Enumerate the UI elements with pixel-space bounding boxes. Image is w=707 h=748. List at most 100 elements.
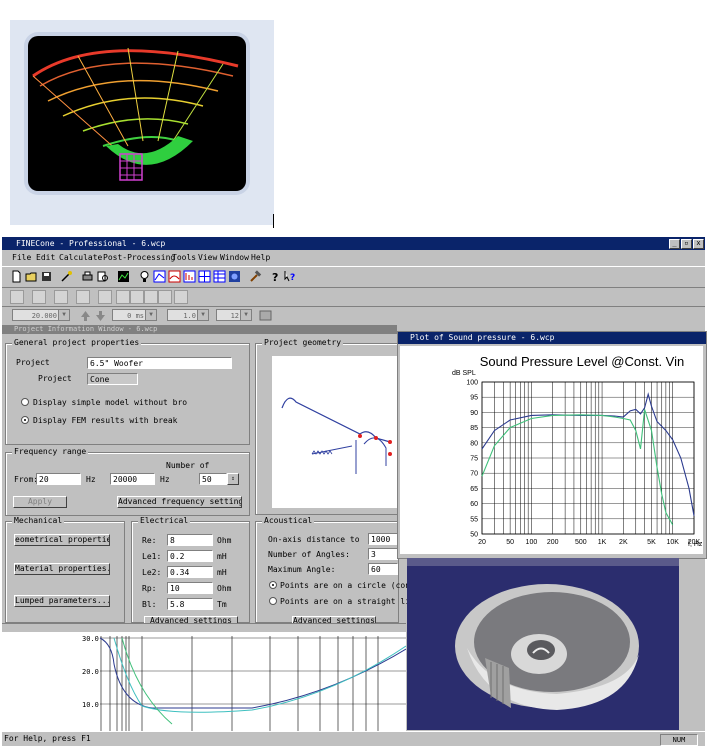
geometrical-properties-button[interactable]: eometrical properties...: [14, 534, 110, 546]
y-tick-label: 85: [470, 425, 478, 432]
impedance-ylabel-10: 10.0: [82, 701, 99, 709]
y-tick-label: 50: [470, 532, 478, 539]
main-toolbar: ? ?: [2, 266, 705, 288]
impedance-ylabel-30: 30.0: [82, 635, 99, 643]
mechanical-label: Mechanical: [12, 516, 65, 525]
project-name-field[interactable]: 6.5" Woofer: [87, 357, 232, 369]
maximize-button[interactable]: ▫: [681, 239, 692, 249]
arrow-up-icon[interactable]: [79, 309, 92, 322]
geometry-canvas: [272, 356, 398, 508]
menu-edit[interactable]: Edit: [36, 253, 55, 262]
electrical-re-field[interactable]: 8: [167, 534, 213, 546]
geometry-3d-window[interactable]: [407, 558, 679, 730]
bulb-icon[interactable]: [138, 270, 151, 283]
radio-line-label: Points are on a straight line: [280, 597, 420, 606]
graph-icon[interactable]: [153, 270, 166, 283]
x-tick-label: 1K: [598, 539, 607, 546]
image-tool-icon[interactable]: [259, 309, 272, 322]
save-icon[interactable]: [40, 270, 53, 283]
from-frequency-field[interactable]: 20: [36, 473, 81, 485]
project-type-label: Project: [38, 374, 72, 383]
text-caret: [273, 214, 274, 228]
fill-tool-icon[interactable]: [174, 290, 188, 304]
chart-series: [481, 392, 695, 526]
impedance-icon[interactable]: [183, 270, 196, 283]
lumped-parameters-button[interactable]: Lumped parameters...: [14, 595, 110, 607]
x-tick-label: 10K: [666, 539, 679, 546]
menu-view[interactable]: View: [198, 253, 217, 262]
from-unit-label: Hz: [86, 475, 96, 484]
electrical-re-unit: Ohm: [217, 536, 232, 545]
menu-window[interactable]: Window: [220, 253, 249, 262]
plot-window[interactable]: Plot of Sound pressure - 6.wcp Sound Pre…: [397, 331, 707, 559]
project-geometry-label: Project geometry: [262, 338, 344, 347]
radio-simple-model[interactable]: [21, 398, 29, 406]
combo-frequency[interactable]: 20.000 ▼: [12, 309, 70, 321]
radio-points-line[interactable]: [269, 597, 277, 605]
maximum-angle-field[interactable]: 60: [368, 563, 398, 575]
open-folder-icon[interactable]: [25, 270, 38, 283]
magic-wand-icon[interactable]: [60, 270, 73, 283]
draw-line-icon[interactable]: [10, 290, 24, 304]
zoom-tool-icon[interactable]: [144, 290, 158, 304]
spl-chart: Sound Pressure Level @Const. Vin dB SPL …: [452, 354, 703, 548]
onaxis-distance-field[interactable]: 1000: [368, 533, 398, 545]
minimize-button[interactable]: _: [669, 239, 680, 249]
electrical-le1-field[interactable]: 0.2: [167, 550, 213, 562]
y-tick-label: 75: [470, 456, 478, 463]
fit-tool-icon[interactable]: [158, 290, 172, 304]
y-tick-label: 90: [470, 410, 478, 417]
number-of-points-field[interactable]: 50: [199, 473, 227, 485]
menu-calculate[interactable]: Calculate: [59, 253, 102, 262]
to-frequency-field[interactable]: 20000: [110, 473, 155, 485]
menu-file[interactable]: File: [12, 253, 31, 262]
electrical-rp-field[interactable]: 10: [167, 582, 213, 594]
draw-polyline-icon[interactable]: [98, 290, 112, 304]
electrical-bl-label: Bl:: [142, 600, 157, 609]
general-properties-group: General project properties Project 6.5" …: [5, 338, 250, 445]
grid-tool-icon[interactable]: [116, 290, 130, 304]
draw-arc-icon[interactable]: [32, 290, 46, 304]
new-file-icon[interactable]: [10, 270, 23, 283]
close-button[interactable]: x: [693, 239, 704, 249]
menu-help[interactable]: Help: [251, 253, 270, 262]
help-icon[interactable]: ?: [269, 270, 282, 283]
advanced-frequency-button[interactable]: Advanced frequency settings...: [117, 496, 242, 508]
number-spin-button[interactable]: ⇕: [227, 473, 239, 485]
maximum-angle-label: Maximum Angle:: [268, 565, 336, 574]
plot-window-titlebar: Plot of Sound pressure - 6.wcp: [398, 332, 706, 344]
chart-icon[interactable]: [117, 270, 130, 283]
grid-view-icon[interactable]: [198, 270, 211, 283]
combo-count[interactable]: 12 ▼: [216, 309, 252, 321]
to-unit-label: Hz: [160, 475, 170, 484]
radio-fem-results[interactable]: [21, 416, 29, 424]
impedance-curve-green: [121, 637, 173, 725]
impedance-chart: 30.0 20.0 10.0: [2, 624, 407, 732]
menu-tools[interactable]: Tools: [172, 253, 196, 262]
electrical-bl-field[interactable]: 5.8: [167, 598, 213, 610]
chart-grid: [481, 381, 695, 535]
apply-button[interactable]: Apply: [13, 496, 67, 508]
arrow-down-icon[interactable]: [94, 309, 107, 322]
table-view-icon[interactable]: [213, 270, 226, 283]
electrical-group: Electrical Re: 8 Ohm Le1: 0.2 mH Le2: 0.…: [131, 516, 250, 624]
draw-spline-icon[interactable]: [76, 290, 90, 304]
electrical-rp-unit: Ohm: [217, 584, 232, 593]
hammer-icon[interactable]: [249, 270, 262, 283]
menu-post-processing[interactable]: Post-Processing: [103, 253, 175, 262]
print-icon[interactable]: [81, 270, 94, 283]
print-preview-icon[interactable]: [96, 270, 109, 283]
material-properties-button[interactable]: Material properties...: [14, 563, 110, 575]
chart-ylabel: dB SPL: [452, 370, 476, 377]
render-3d-icon[interactable]: [228, 270, 241, 283]
electrical-le2-field[interactable]: 0.34: [167, 566, 213, 578]
spl-plot-icon[interactable]: [168, 270, 181, 283]
combo-time[interactable]: 0 ms ▼: [112, 309, 157, 321]
electrical-le2-label: Le2:: [142, 568, 162, 577]
context-help-icon[interactable]: ?: [284, 270, 297, 283]
snap-tool-icon[interactable]: [130, 290, 144, 304]
radio-points-circle[interactable]: [269, 581, 277, 589]
draw-curve-icon[interactable]: [54, 290, 68, 304]
number-of-angles-field[interactable]: 3: [368, 548, 398, 560]
combo-scale[interactable]: 1.0 ▼: [167, 309, 209, 321]
